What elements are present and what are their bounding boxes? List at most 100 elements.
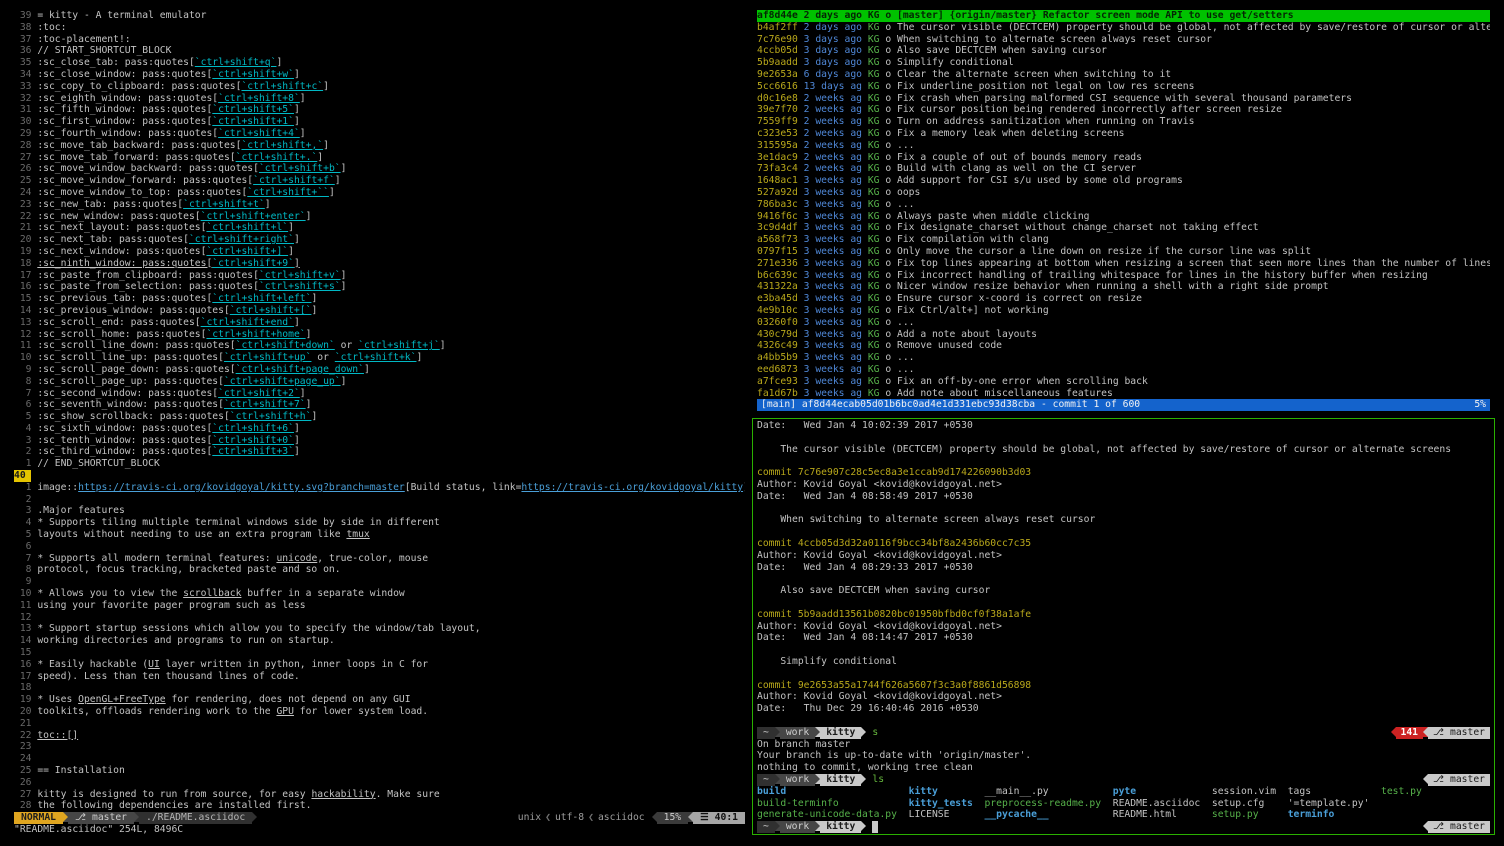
- text-segment: = kitty - A terminal emulator: [37, 10, 206, 21]
- graph-marker: o: [880, 104, 898, 115]
- commit-row[interactable]: d0c16e8 2 weeks ag KG o Fix crash when p…: [757, 93, 1490, 105]
- commit-hash: fa1d67b: [757, 388, 798, 399]
- commit-row[interactable]: 430c79d 3 weeks ag KG o Add a note about…: [757, 329, 1490, 341]
- file-name[interactable]: setup.py: [1212, 809, 1288, 821]
- vim-line: 10* Allows you to view the scrollback bu…: [14, 588, 745, 600]
- commit-row[interactable]: a7fce93 3 weeks ag KG o Fix an off-by-on…: [757, 376, 1490, 388]
- terminal-line: commit 5b9aadd13561b0820bc01950bfbd0cf0f…: [757, 609, 1490, 621]
- text-segment: `ctrl+shift+up`: [224, 352, 312, 363]
- commit-author: KG: [868, 305, 880, 316]
- file-name[interactable]: pyte: [1113, 786, 1212, 798]
- file-name[interactable]: session.vim: [1212, 786, 1288, 798]
- commit-row[interactable]: 0797f15 3 weeks ag KG o Only move the cu…: [757, 246, 1490, 258]
- file-name[interactable]: build-terminfo: [757, 798, 909, 810]
- commit-row[interactable]: 3e1dac9 2 weeks ag KG o Fix a couple of …: [757, 152, 1490, 164]
- file-name[interactable]: README.html: [1113, 809, 1212, 821]
- commit-row[interactable]: 315595a 2 weeks ag KG o ...: [757, 140, 1490, 152]
- commit-row[interactable]: 4ccb05d 3 days ago KG o Also save DECTCE…: [757, 45, 1490, 57]
- commit-row[interactable]: 9e2653a 6 days ago KG o Clear the altern…: [757, 69, 1490, 81]
- commit-message: When switching to alternate screen alway…: [897, 34, 1212, 45]
- file-format: unix: [518, 812, 541, 823]
- file-name[interactable]: build: [757, 786, 909, 798]
- commit-row[interactable]: a4bb5b9 3 weeks ag KG o ...: [757, 352, 1490, 364]
- text-segment: :sc_next_layout: pass:quotes[: [37, 222, 206, 233]
- file-name[interactable]: terminfo: [1288, 809, 1381, 821]
- text-segment: `ctrl+shift+k`: [335, 352, 417, 363]
- file-name[interactable]: kitty_tests: [909, 798, 985, 810]
- commit-row[interactable]: c323e53 2 weeks ag KG o Fix a memory lea…: [757, 128, 1490, 140]
- text-segment: `ctrl+shift+.`: [236, 152, 318, 163]
- shell-terminal-pane[interactable]: Date: Wed Jan 4 10:02:39 2017 +0530 The …: [752, 418, 1495, 835]
- commit-row[interactable]: 7c76e90 3 days ago KG o When switching t…: [757, 34, 1490, 46]
- text-segment: :sc_scroll_page_down: pass:quotes[: [37, 364, 235, 375]
- file-name[interactable]: preprocess-readme.py: [984, 798, 1112, 810]
- commit-row[interactable]: 1648ac1 3 weeks ag KG o Add support for …: [757, 175, 1490, 187]
- commit-hash: 39e7f70: [757, 104, 798, 115]
- commit-row[interactable]: b4af2ff 2 days ago KG o The cursor visib…: [757, 22, 1490, 34]
- commit-row[interactable]: 786ba3c 3 weeks ag KG o ...: [757, 199, 1490, 211]
- commit-row[interactable]: e3ba45d 3 weeks ag KG o Ensure cursor x-…: [757, 293, 1490, 305]
- line-number: 31: [14, 104, 31, 116]
- commit-hash: 786ba3c: [757, 199, 798, 210]
- commit-message: Clear the alternate screen when switchin…: [897, 69, 1171, 80]
- file-name[interactable]: LICENSE: [909, 809, 985, 821]
- commit-row[interactable]: eed6873 3 weeks ag KG o ...: [757, 364, 1490, 376]
- commit-row[interactable]: 5b9aadd 3 days ago KG o Simplify conditi…: [757, 57, 1490, 69]
- commit-row[interactable]: 4326c49 3 weeks ag KG o Remove unused co…: [757, 340, 1490, 352]
- commit-row[interactable]: 39e7f70 2 weeks ag KG o Fix cursor posit…: [757, 104, 1490, 116]
- file-format-info: unix❮utf-8❮asciidoc: [511, 812, 652, 824]
- file-name[interactable]: tags: [1288, 786, 1381, 798]
- file-name[interactable]: README.asciidoc: [1113, 798, 1212, 810]
- text-segment: `ctrl+shift+]`: [206, 246, 288, 257]
- commit-author: KG: [868, 364, 880, 375]
- terminal-cursor[interactable]: [872, 821, 878, 833]
- vim-editor-pane[interactable]: 39= kitty - A terminal emulator38:toc:37…: [10, 9, 749, 838]
- file-name[interactable]: setup.cfg: [1212, 798, 1288, 810]
- exit-code-badge: 141: [1396, 727, 1424, 739]
- commit-message: The cursor visible (DECTCEM) property sh…: [897, 22, 1490, 33]
- file-name[interactable]: __main__.py: [984, 786, 1112, 798]
- text-segment: ]: [306, 329, 312, 340]
- commit-date: 3 weeks ag: [804, 211, 862, 222]
- commit-date: 3 weeks ag: [804, 175, 862, 186]
- commit-row[interactable]: 03260f0 3 weeks ag KG o ...: [757, 317, 1490, 329]
- commit-row[interactable]: 7559ff9 2 weeks ag KG o Turn on address …: [757, 116, 1490, 128]
- commit-date: 3 weeks ag: [804, 364, 862, 375]
- commit-row[interactable]: 527a92d 3 weeks ag KG o oops: [757, 187, 1490, 199]
- commit-row[interactable]: fa1d67b 3 weeks ag KG o Add note about m…: [757, 388, 1490, 400]
- text-segment: ]: [294, 116, 300, 127]
- line-number: 20: [14, 234, 31, 246]
- line-number: 2: [14, 494, 31, 506]
- text-segment: * Easily hackable (: [37, 659, 148, 670]
- commit-row[interactable]: 431322a 3 weeks ag KG o Nicer window res…: [757, 281, 1490, 293]
- commit-row[interactable]: 73fa3c4 2 weeks ag KG o Build with clang…: [757, 163, 1490, 175]
- commit-message: Simplify conditional: [897, 57, 1014, 68]
- commit-date: 3 weeks ag: [804, 222, 862, 233]
- text-segment: ]: [311, 305, 317, 316]
- vim-line: 12: [14, 612, 745, 624]
- commit-row[interactable]: 4e9b10c 3 weeks ag KG o Fix Ctrl/alt+] n…: [757, 305, 1490, 317]
- text-segment: :sc_move_window_to_top: pass:quotes[: [37, 187, 247, 198]
- file-name[interactable]: generate-unicode-data.py: [757, 809, 909, 821]
- commit-row[interactable]: af8d44e 2 days ago KG o [master] {origin…: [757, 10, 1490, 22]
- commit-date: 3 weeks ag: [804, 293, 862, 304]
- line-number: 27: [14, 789, 31, 801]
- commit-date: 3 weeks ag: [804, 305, 862, 316]
- file-name[interactable]: __pycache__: [984, 809, 1112, 821]
- file-name[interactable]: '=template.py': [1288, 798, 1381, 810]
- commit-row[interactable]: 5cc6616 13 days ag KG o Fix underline_po…: [757, 81, 1490, 93]
- commit-author: KG: [868, 93, 880, 104]
- tig-log-pane[interactable]: af8d44e 2 days ago KG o [master] {origin…: [753, 9, 1494, 412]
- vim-line: 35:sc_close_tab: pass:quotes[`ctrl+shift…: [14, 57, 745, 69]
- commit-row[interactable]: 3c9d4df 3 weeks ag KG o Fix designate_ch…: [757, 222, 1490, 234]
- file-name[interactable]: kitty: [909, 786, 985, 798]
- line-number: 4: [14, 517, 31, 529]
- commit-row[interactable]: b6c639c 3 weeks ag KG o Fix incorrect ha…: [757, 270, 1490, 282]
- graph-marker: o: [880, 175, 898, 186]
- commit-row[interactable]: 271e336 3 weeks ag KG o Fix top lines ap…: [757, 258, 1490, 270]
- vim-line: 28the following dependencies are install…: [14, 800, 745, 812]
- graph-marker: o: [880, 57, 898, 68]
- commit-row[interactable]: a568f73 3 weeks ag KG o Fix compilation …: [757, 234, 1490, 246]
- commit-row[interactable]: 9416f6c 3 weeks ag KG o Always paste whe…: [757, 211, 1490, 223]
- file-name[interactable]: test.py: [1381, 786, 1428, 798]
